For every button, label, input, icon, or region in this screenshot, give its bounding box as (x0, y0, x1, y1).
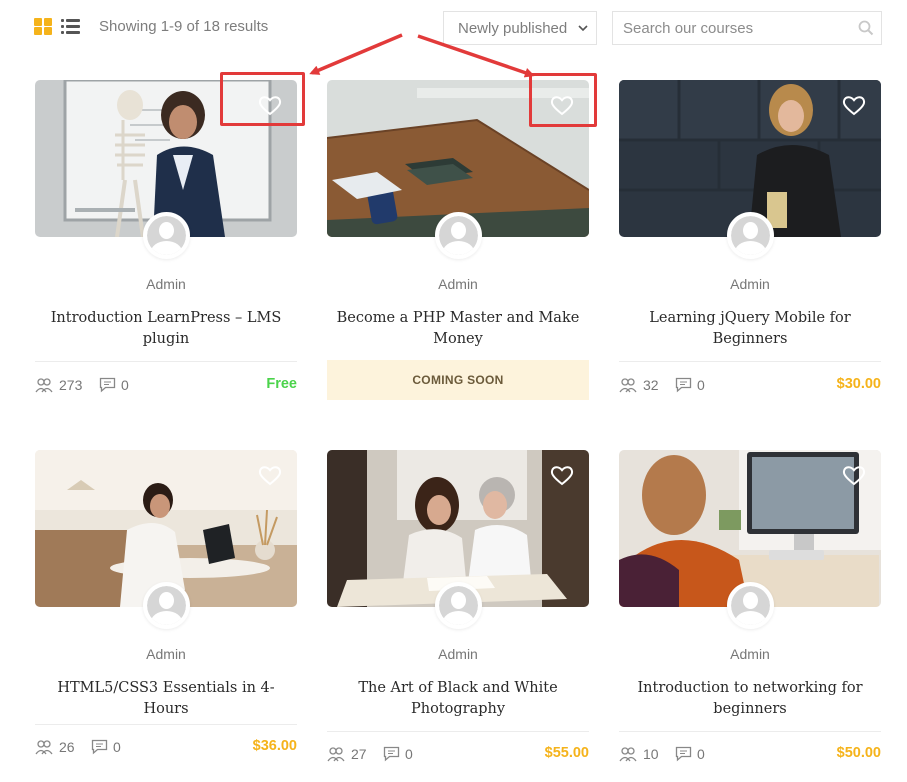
annotation-arrow (417, 34, 535, 78)
annotation-arrow (309, 33, 403, 75)
annotation-arrows (309, 33, 535, 78)
